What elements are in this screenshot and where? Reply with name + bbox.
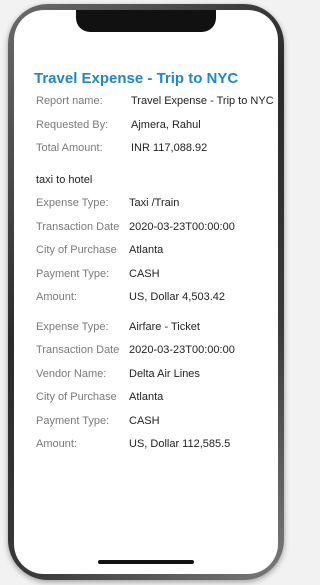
expense-2-vendor-label: Vendor Name: (36, 367, 107, 380)
expense-1-city-value: Atlanta (129, 244, 164, 256)
requested-by-value: Ajmera, Rahul (131, 118, 201, 131)
expense-2-date-value: 2020-03-23T00:00:00 (129, 344, 235, 356)
expense-2-date-label: Transaction Date (36, 344, 120, 356)
expense-1-type-value: Taxi /Train (129, 197, 180, 209)
phone-frame: Travel Expense - Trip to NYC Report name… (8, 4, 284, 580)
report-name-label: Report name: (36, 95, 103, 107)
expense-2-payment-label: Payment Type: (36, 414, 110, 427)
page-title: Travel Expense - Trip to NYC (34, 70, 239, 87)
requested-by-label: Requested By: (36, 118, 109, 131)
expense-2-row: City of Purchase Atlanta (36, 391, 270, 415)
expense-1-row: City of Purchase Atlanta (36, 244, 270, 268)
expense-2-city-label: City of Purchase (36, 391, 117, 403)
expense-2-row: Vendor Name: Delta Air Lines (36, 368, 270, 392)
expense-2-row: Transaction Date 2020-03-23T00:00:00 (36, 344, 270, 368)
expense-1-row: Amount: US, Dollar 4,503.42 (36, 291, 270, 315)
expense-2-row: Amount: US, Dollar 112,585.5 (36, 438, 270, 462)
report-content: Travel Expense - Trip to NYC Report name… (34, 70, 274, 462)
expense-1-payment-label: Payment Type: (36, 267, 110, 280)
expense-1-amount-value: US, Dollar 4,503.42 (129, 291, 225, 303)
expense-2-type-label: Expense Type: (36, 320, 109, 333)
expense-2-vendor-value: Delta Air Lines (129, 367, 200, 380)
expense-1-row: Payment Type: CASH (36, 268, 270, 292)
expense-1-payment-value: CASH (129, 267, 160, 280)
expense-1-date-value: 2020-03-23T00:00:00 (129, 220, 235, 233)
report-name-value: Travel Expense - Trip to NYC (131, 95, 274, 107)
expense-2-payment-value: CASH (129, 414, 160, 427)
expense-1-row: Transaction Date 2020-03-23T00:00:00 (36, 221, 270, 245)
phone-screen: Travel Expense - Trip to NYC Report name… (14, 10, 278, 574)
expense-1-city-label: City of Purchase (36, 244, 117, 256)
phone-notch (76, 10, 216, 32)
home-indicator[interactable] (98, 560, 194, 564)
expense-2-row: Expense Type: Airfare - Ticket (36, 321, 270, 345)
section-title: taxi to hotel (36, 173, 93, 186)
expense-2-city-value: Atlanta (129, 391, 164, 403)
total-amount-value: INR 117,088.92 (131, 142, 208, 154)
expense-2-amount-label: Amount: (36, 438, 77, 450)
expense-2-type-value: Airfare - Ticket (129, 320, 200, 333)
requested-by-row: Requested By: Ajmera, Rahul (36, 119, 270, 143)
expense-1-date-label: Transaction Date (36, 220, 120, 233)
total-amount-label: Total Amount: (36, 142, 103, 154)
report-name-row: Report name: Travel Expense - Trip to NY… (36, 95, 274, 119)
expense-1-row: Expense Type: Taxi /Train (36, 197, 270, 221)
expense-1-amount-label: Amount: (36, 291, 77, 303)
expense-2-amount-value: US, Dollar 112,585.5 (129, 438, 231, 450)
expense-1-type-label: Expense Type: (36, 197, 109, 209)
expense-2-row: Payment Type: CASH (36, 415, 270, 439)
total-amount-row: Total Amount: INR 117,088.92 (36, 142, 270, 166)
